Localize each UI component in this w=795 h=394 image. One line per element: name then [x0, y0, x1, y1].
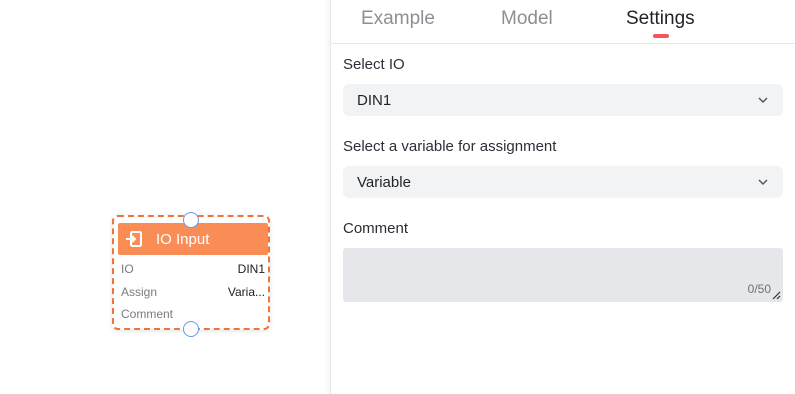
node-row-comment: Comment — [121, 307, 265, 321]
node-input-port[interactable] — [183, 212, 199, 228]
node-row-label: Assign — [121, 285, 158, 299]
node-row-label: Comment — [121, 307, 174, 321]
comment-textarea[interactable]: 0/50 — [343, 248, 783, 302]
select-io-value: DIN1 — [357, 91, 392, 109]
comment-char-counter: 0/50 — [747, 282, 771, 296]
panel-tabs: Example Model Settings — [331, 0, 795, 44]
node-row-label: IO — [121, 262, 134, 276]
resize-handle-icon[interactable] — [771, 290, 781, 300]
select-io-label: Select IO — [343, 56, 405, 73]
flow-canvas[interactable]: IO Input IO DIN1 Assign Varia... Comment — [0, 0, 330, 394]
tab-example[interactable]: Example — [361, 8, 435, 30]
tab-model[interactable]: Model — [501, 8, 553, 30]
io-input-icon — [124, 229, 144, 249]
select-variable-dropdown[interactable]: Variable — [343, 166, 783, 198]
node-row-value: DIN1 — [237, 262, 265, 276]
comment-label: Comment — [343, 220, 409, 237]
node-title: IO Input — [156, 230, 210, 248]
chevron-down-icon — [757, 94, 769, 106]
node-row-value: Varia... — [227, 285, 265, 299]
tab-settings[interactable]: Settings — [626, 8, 695, 30]
node-row-io: IO DIN1 — [121, 262, 265, 276]
node-row-assign: Assign Varia... — [121, 285, 265, 299]
chevron-down-icon — [757, 176, 769, 188]
select-io-dropdown[interactable]: DIN1 — [343, 84, 783, 116]
settings-panel: Example Model Settings Select IO DIN1 Se… — [330, 0, 795, 394]
select-variable-label: Select a variable for assignment — [343, 138, 557, 155]
node-header: IO Input — [118, 223, 268, 255]
select-variable-value: Variable — [357, 173, 411, 191]
active-tab-indicator — [653, 34, 669, 38]
node-output-port[interactable] — [183, 321, 199, 337]
io-input-node[interactable]: IO Input IO DIN1 Assign Varia... Comment — [112, 215, 270, 330]
